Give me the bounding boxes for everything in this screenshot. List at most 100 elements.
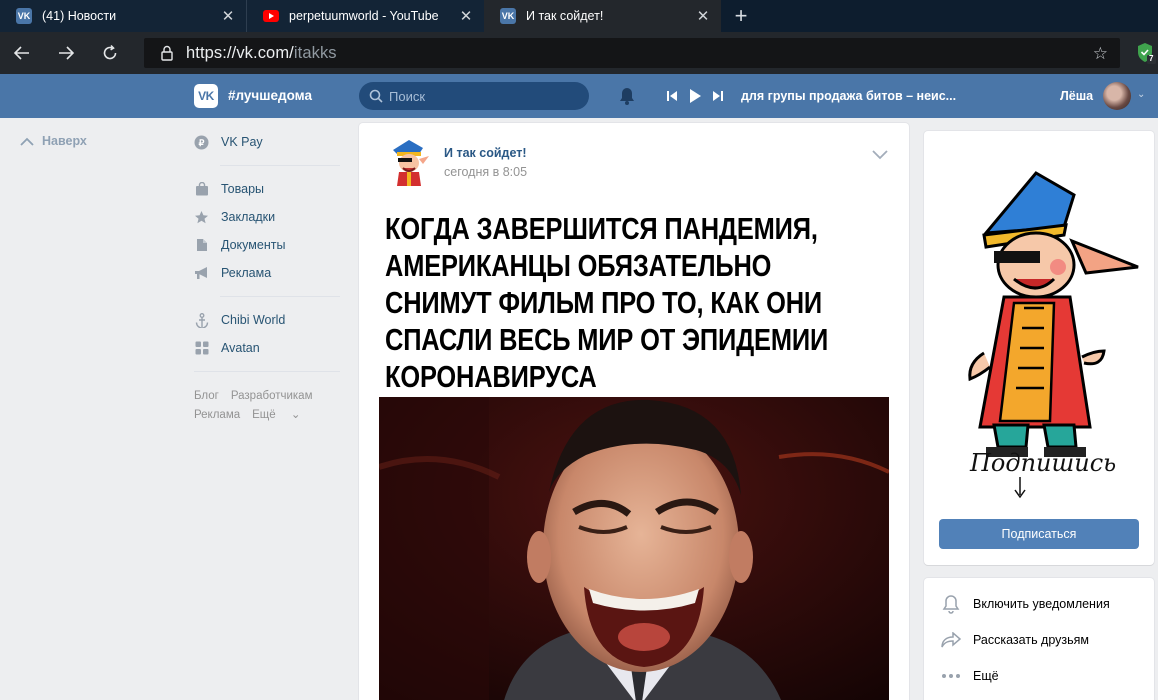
footer-link-ads[interactable]: Реклама [194,409,240,421]
post-time[interactable]: сегодня в 8:05 [444,165,527,179]
more-action[interactable]: Ещё [941,666,999,686]
shield-extension-icon[interactable]: 7 [1136,42,1156,67]
tab-title: perpetuumworld - YouTube [289,9,439,23]
sidebar-item-vkpay[interactable]: ₽ VK Pay [194,128,340,156]
chevron-down-icon: ⌄ [290,409,301,421]
sidebar-item-documents[interactable]: Документы [194,231,340,259]
vk-icon: VK [500,8,516,24]
audio-player-controls [666,88,724,104]
chevron-up-icon [20,137,34,146]
lock-icon [161,45,173,61]
notifications-bell-icon[interactable] [618,86,636,109]
scroll-to-top[interactable]: Наверх [20,134,87,148]
bookmark-star-icon[interactable]: ☆ [1093,44,1108,64]
meme-line: СПАСЛИ ВЕСЬ МИР ОТ ЭПИДЕМИИ [385,322,829,357]
sidebar-item-chibi-world[interactable]: Chibi World [194,306,340,334]
anchor-icon [194,312,209,328]
sidebar-item-label: Документы [221,238,286,252]
community-mascot-image[interactable] [964,163,1144,486]
menu-divider [220,296,340,297]
meme-line: КОРОНАВИРУСА [385,359,597,394]
megaphone-icon [194,266,209,281]
meme-caption: КОГДА ЗАВЕРШИТСЯ ПАНДЕМИЯ, АМЕРИКАНЦЫ ОБ… [385,210,885,395]
sidebar-item-label: Товары [221,182,264,196]
side-menu: ₽ VK Pay Товары Закладки Документы Рекла… [194,128,340,381]
community-avatar[interactable] [385,138,433,190]
sidebar-item-goods[interactable]: Товары [194,175,340,203]
arrow-left-icon [13,46,29,60]
bell-icon [941,594,961,614]
extension-badge: 7 [1149,54,1154,63]
cover-caption: Подпишись [970,449,1117,477]
browser-tab-youtube[interactable]: perpetuumworld - YouTube ✕ [246,0,484,32]
previous-track-icon[interactable] [666,90,678,102]
search-box[interactable] [359,82,589,110]
meme-line: КОГДА ЗАВЕРШИТСЯ ПАНДЕМИЯ, [385,211,818,246]
address-bar[interactable]: https://vk.com/itakks ☆ [144,38,1120,68]
footer-link-more[interactable]: Ещё ⌄ [252,409,312,421]
meme-line: СНИМУТ ФИЛЬМ ПРО ТО, КАК ОНИ [385,285,823,320]
user-name[interactable]: Лёша [1060,89,1093,103]
search-input[interactable] [389,88,579,104]
vk-icon: VK [16,8,32,24]
action-label: Включить уведомления [973,597,1110,611]
close-icon[interactable]: ✕ [220,7,236,25]
next-track-icon[interactable] [712,90,724,102]
document-icon [194,238,209,253]
new-tab-button[interactable]: + [721,0,761,32]
browser-tab-strip: VK (41) Новости ✕ perpetuumworld - YouTu… [0,0,1158,32]
browser-toolbar: https://vk.com/itakks ☆ 7 [0,32,1158,74]
close-icon[interactable]: ✕ [458,7,474,25]
footer-link-developers[interactable]: Разработчикам [231,390,313,402]
action-label: Рассказать друзьям [973,633,1090,647]
footer-link-blog[interactable]: Блог [194,390,219,402]
browser-tab-news[interactable]: VK (41) Новости ✕ [0,0,246,32]
svg-text:₽: ₽ [199,138,205,148]
close-icon[interactable]: ✕ [695,7,711,25]
sidebar-item-label: Avatan [221,341,260,355]
url-text: https://vk.com/itakks [186,43,337,62]
avatar[interactable] [1103,82,1131,110]
youtube-icon [263,10,279,22]
header-hashtag[interactable]: #лучшедома [228,88,312,103]
sidebar-item-bookmarks[interactable]: Закладки [194,203,340,231]
sidebar-item-avatan[interactable]: Avatan [194,334,340,362]
sidebar-item-label: Chibi World [221,313,286,327]
enable-notifications-action[interactable]: Включить уведомления [941,594,1110,614]
subscribe-button[interactable]: Подписаться [939,519,1139,549]
search-icon [369,89,383,103]
bag-icon [194,182,209,197]
share-action[interactable]: Рассказать друзьям [941,630,1089,650]
post-menu-chevron-icon[interactable] [872,148,888,163]
play-icon[interactable] [688,88,702,104]
action-label: Ещё [973,669,999,683]
reload-button[interactable] [88,32,132,74]
forward-button[interactable] [44,32,88,74]
footer-links: Блог Разработчикам Реклама Ещё ⌄ [194,387,344,425]
sidebar-item-label: VK Pay [221,135,263,149]
sidebar-item-ads[interactable]: Реклама [194,259,340,287]
tab-title: И так сойдет! [526,9,604,23]
reload-icon [103,44,117,60]
meme-line: АМЕРИКАНЦЫ ОБЯЗАТЕЛЬНО [385,248,772,283]
menu-divider [220,165,340,166]
arrow-right-icon [59,46,75,60]
back-button[interactable] [0,32,44,74]
apps-icon [194,341,209,356]
post-author[interactable]: И так сойдет! [444,146,527,160]
vkpay-icon: ₽ [194,135,209,150]
now-playing-track[interactable]: для групы продажа битов – неис... [741,89,956,103]
share-icon [941,630,961,650]
chevron-down-icon[interactable]: ⌄ [1137,89,1145,100]
menu-divider [194,371,340,372]
wall-post: И так сойдет! сегодня в 8:05 КОГДА ЗАВЕР… [359,123,909,700]
tab-title: (41) Новости [42,9,117,23]
arrow-down-icon [1014,477,1026,499]
community-actions-card: Включить уведомления Рассказать друзьям … [924,578,1154,700]
more-icon [941,666,961,686]
browser-tab-itakks[interactable]: VK И так сойдет! ✕ [484,0,721,32]
scroll-to-top-label: Наверх [42,134,87,148]
vk-logo[interactable]: VK [194,84,218,108]
star-icon [194,210,209,225]
post-image[interactable]: КОГДА ЗАВЕРШИТСЯ ПАНДЕМИЯ, АМЕРИКАНЦЫ ОБ… [379,206,889,700]
